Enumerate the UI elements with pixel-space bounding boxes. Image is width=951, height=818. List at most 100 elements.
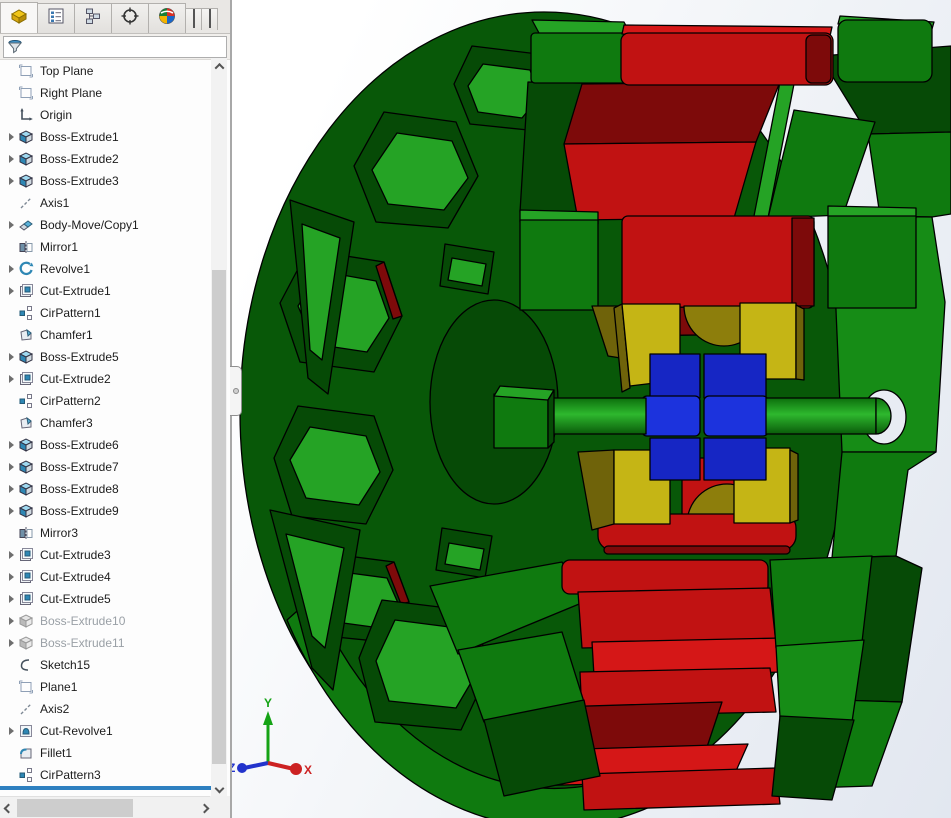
- tree-item-axis1[interactable]: Axis1: [0, 192, 212, 214]
- tree-item-mirror1[interactable]: Mirror1: [0, 236, 212, 258]
- tree-item-label: Boss-Extrude1: [40, 130, 119, 144]
- x-axis-label: X: [304, 763, 312, 777]
- tree-item-label: Boss-Extrude10: [40, 614, 126, 628]
- expand-arrow-icon[interactable]: [4, 221, 18, 229]
- feature-tree: Top Plane Right Plane Origin Boss-Extrude1 B…: [0, 60, 212, 786]
- scroll-down-button[interactable]: [211, 780, 227, 796]
- tab-scroll-right[interactable]: [201, 8, 218, 30]
- tree-item-cirpattern2[interactable]: CirPattern2: [0, 390, 212, 412]
- expand-arrow-icon[interactable]: [4, 617, 18, 625]
- tree-item-cut-revolve1[interactable]: Cut-Revolve1: [0, 720, 212, 742]
- boss-extrude-icon: [18, 503, 36, 519]
- tree-vertical-scrollbar[interactable]: [211, 58, 227, 796]
- tree-item-label: Top Plane: [40, 64, 94, 78]
- tree-item-boss-extrude7[interactable]: Boss-Extrude7: [0, 456, 212, 478]
- tree-item-cut-extrude5[interactable]: Cut-Extrude5: [0, 588, 212, 610]
- tree-item-cut-extrude2[interactable]: Cut-Extrude2: [0, 368, 212, 390]
- tree-item-mirror3[interactable]: Mirror3: [0, 522, 212, 544]
- tree-item-chamfer3[interactable]: Chamfer3: [0, 412, 212, 434]
- graphics-viewport[interactable]: Y Z X: [230, 0, 951, 818]
- tree-item-boss-extrude10[interactable]: Boss-Extrude10: [0, 610, 212, 632]
- tree-item-cirpattern1[interactable]: CirPattern1: [0, 302, 212, 324]
- tree-item-revolve1[interactable]: Revolve1: [0, 258, 212, 280]
- part-icon: [9, 6, 29, 31]
- horizontal-scroll-thumb[interactable]: [17, 799, 133, 817]
- tree-item-body-move-copy1[interactable]: Body-Move/Copy1: [0, 214, 212, 236]
- propertymanager-tab[interactable]: [37, 3, 75, 33]
- tree-item-label: Cut-Extrude3: [40, 548, 111, 562]
- expand-arrow-icon[interactable]: [4, 287, 18, 295]
- tree-item-plane1[interactable]: Plane1: [0, 676, 212, 698]
- scroll-up-button[interactable]: [211, 58, 227, 74]
- gear-assembly-model[interactable]: [239, 11, 951, 818]
- configurationmanager-tab[interactable]: [74, 3, 112, 33]
- tree-item-label: Mirror3: [40, 526, 78, 540]
- cut-extrude-icon: [18, 371, 36, 387]
- mirror-icon: [18, 239, 36, 255]
- cut-extrude-icon: [18, 591, 36, 607]
- tree-item-axis2[interactable]: Axis2: [0, 698, 212, 720]
- boss-extrude-icon: [18, 129, 36, 145]
- expand-arrow-icon[interactable]: [4, 727, 18, 735]
- vertical-scroll-thumb[interactable]: [212, 270, 226, 764]
- tree-item-cut-extrude4[interactable]: Cut-Extrude4: [0, 566, 212, 588]
- expand-arrow-icon[interactable]: [4, 485, 18, 493]
- tree-item-origin[interactable]: Origin: [0, 104, 212, 126]
- tree-item-cut-extrude3[interactable]: Cut-Extrude3: [0, 544, 212, 566]
- tree-item-label: Cut-Extrude4: [40, 570, 111, 584]
- filter-input[interactable]: [3, 36, 227, 58]
- tree-item-boss-extrude9[interactable]: Boss-Extrude9: [0, 500, 212, 522]
- model-canvas[interactable]: Y Z X: [232, 0, 951, 818]
- tree-item-boss-extrude1[interactable]: Boss-Extrude1: [0, 126, 212, 148]
- tree-item-label: Boss-Extrude8: [40, 482, 119, 496]
- axis-icon: [18, 195, 36, 211]
- tree-item-label: CirPattern2: [40, 394, 101, 408]
- expand-arrow-icon[interactable]: [4, 639, 18, 647]
- expand-arrow-icon[interactable]: [4, 573, 18, 581]
- tree-item-top-plane[interactable]: Top Plane: [0, 60, 212, 82]
- tree-item-label: Axis2: [40, 702, 70, 716]
- expand-arrow-icon[interactable]: [4, 155, 18, 163]
- expand-arrow-icon[interactable]: [4, 595, 18, 603]
- tree-item-boss-extrude2[interactable]: Boss-Extrude2: [0, 148, 212, 170]
- cirpattern-icon: [18, 393, 36, 409]
- expand-arrow-icon[interactable]: [4, 133, 18, 141]
- expand-arrow-icon[interactable]: [4, 353, 18, 361]
- tree-item-label: Boss-Extrude11: [40, 636, 125, 650]
- properties-icon: [46, 6, 66, 31]
- rollback-bar[interactable]: [0, 786, 212, 790]
- tree-item-cut-extrude1[interactable]: Cut-Extrude1: [0, 280, 212, 302]
- tree-item-label: CirPattern3: [40, 768, 101, 782]
- expand-arrow-icon[interactable]: [4, 507, 18, 515]
- revolve-icon: [18, 261, 36, 277]
- plane-icon: [18, 85, 36, 101]
- shaft-boss: [493, 393, 549, 449]
- featuremanager-tab[interactable]: [0, 2, 38, 33]
- displaymanager-tab[interactable]: [148, 3, 186, 33]
- tree-item-right-plane[interactable]: Right Plane: [0, 82, 212, 104]
- tree-item-fillet1[interactable]: Fillet1: [0, 742, 212, 764]
- expand-arrow-icon[interactable]: [4, 265, 18, 273]
- tree-item-cirpattern3[interactable]: CirPattern3: [0, 764, 212, 786]
- expand-arrow-icon[interactable]: [4, 375, 18, 383]
- panel-splitter-handle[interactable]: [230, 366, 242, 416]
- expand-arrow-icon[interactable]: [4, 463, 18, 471]
- tree-item-sketch15[interactable]: Sketch15: [0, 654, 212, 676]
- tree-horizontal-scrollbar[interactable]: [0, 796, 212, 818]
- tree-item-boss-extrude5[interactable]: Boss-Extrude5: [0, 346, 212, 368]
- expand-arrow-icon[interactable]: [4, 177, 18, 185]
- dimxpertmanager-tab[interactable]: [111, 3, 149, 33]
- tree-item-boss-extrude11[interactable]: Boss-Extrude11: [0, 632, 212, 654]
- tree-item-boss-extrude3[interactable]: Boss-Extrude3: [0, 170, 212, 192]
- tree-item-chamfer1[interactable]: Chamfer1: [0, 324, 212, 346]
- tab-scroll-left[interactable]: [185, 8, 202, 30]
- sketch-icon: [18, 657, 36, 673]
- tree-item-boss-extrude6[interactable]: Boss-Extrude6: [0, 434, 212, 456]
- splitter-grip-icon: [232, 388, 239, 394]
- scroll-left-button[interactable]: [0, 797, 16, 818]
- move-copy-icon: [18, 217, 36, 233]
- expand-arrow-icon[interactable]: [4, 441, 18, 449]
- expand-arrow-icon[interactable]: [4, 551, 18, 559]
- boss-extrude-icon: [18, 151, 36, 167]
- tree-item-boss-extrude8[interactable]: Boss-Extrude8: [0, 478, 212, 500]
